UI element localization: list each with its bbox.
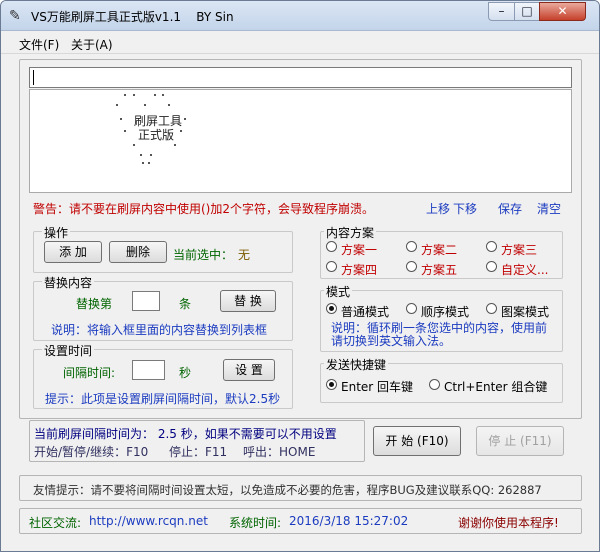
- minimize-icon: –: [498, 4, 505, 18]
- clear-link[interactable]: 清空: [537, 200, 561, 217]
- pattern-dot: [150, 154, 152, 156]
- plan-radio-3[interactable]: [486, 241, 497, 252]
- pattern-dot: [180, 130, 182, 132]
- minimize-button[interactable]: –: [488, 2, 515, 21]
- pattern-dot: [133, 144, 135, 146]
- title-bar[interactable]: ✎ VS万能刷屏工具正式版v1.1 BY Sin – □ ✕: [1, 1, 599, 31]
- replace-prefix-label: 替换第: [76, 297, 113, 311]
- current-selection-value: 无: [238, 248, 251, 262]
- pattern-text-line1: 刷屏工具: [134, 114, 183, 128]
- system-time-value: 2016/3/18 15:27:02: [289, 514, 409, 528]
- content-list[interactable]: 刷屏工具 正式版: [29, 89, 572, 193]
- status-hotkey-recall: 呼出：HOME: [243, 445, 316, 459]
- delete-button[interactable]: 删除: [109, 241, 167, 263]
- close-button[interactable]: ✕: [539, 2, 586, 21]
- mode-group-title: 模式: [324, 283, 353, 300]
- pattern-dot: [184, 118, 186, 120]
- plan-label-4: 方案四: [341, 263, 378, 277]
- start-button[interactable]: 开 始 (F10): [373, 426, 461, 456]
- pattern-dot: [142, 162, 144, 164]
- status-hotkey-start: 开始/暂停/继续：F10: [34, 445, 149, 459]
- replace-suffix-label: 条: [179, 297, 192, 311]
- set-interval-button[interactable]: 设 置: [223, 359, 275, 381]
- stop-button[interactable]: 停 止 (F11): [476, 426, 564, 456]
- move-up-link[interactable]: 上移: [426, 200, 450, 217]
- menu-file[interactable]: 文件(F): [19, 36, 59, 53]
- add-button[interactable]: 添 加: [44, 241, 102, 263]
- hotkey-label-enter: Enter 回车键: [341, 380, 414, 394]
- operation-group-title: 操作: [42, 224, 71, 241]
- pattern-dot: [120, 118, 122, 120]
- pattern-dot: [124, 130, 126, 132]
- content-input[interactable]: [29, 67, 572, 88]
- pattern-dot: [168, 104, 170, 106]
- move-down-link[interactable]: 下移: [453, 200, 477, 217]
- mode-label-sequence: 顺序模式: [421, 305, 470, 319]
- plan-radio-4[interactable]: [326, 261, 337, 272]
- maximize-button[interactable]: □: [514, 2, 540, 21]
- pattern-dot: [124, 94, 126, 96]
- menu-about[interactable]: 关于(A): [71, 36, 113, 53]
- mode-radio-normal[interactable]: [326, 303, 337, 314]
- status-hotkey-stop: 停止：F11: [169, 445, 228, 459]
- hotkey-label-ctrl-enter: Ctrl+Enter 组合键: [444, 380, 548, 394]
- pattern-dot: [154, 94, 156, 96]
- pattern-dot: [148, 162, 150, 164]
- pattern-dot: [140, 154, 142, 156]
- plan-label-2: 方案二: [421, 243, 458, 257]
- mode-radio-pattern[interactable]: [486, 303, 497, 314]
- close-icon: ✕: [557, 4, 568, 18]
- mode-label-normal: 普通模式: [341, 305, 390, 319]
- plan-label-1: 方案一: [341, 243, 378, 257]
- hotkey-group-title: 发送快捷键: [324, 356, 389, 373]
- text-caret: [33, 70, 34, 85]
- plan-radio-1[interactable]: [326, 241, 337, 252]
- menu-bar: 文件(F) 关于(A): [1, 32, 599, 54]
- interval-label: 间隔时间:: [63, 366, 116, 380]
- interval-input[interactable]: [132, 360, 165, 380]
- friendly-tip: 友情提示：请不要将间隔时间设置太短，以免造成不必要的危害，程序BUG及建议联系Q…: [33, 483, 542, 497]
- app-window: ✎ VS万能刷屏工具正式版v1.1 BY Sin – □ ✕ 文件(F) 关于(…: [0, 0, 600, 552]
- plan-label-6: 自定义...: [501, 263, 549, 277]
- pattern-dot: [162, 94, 164, 96]
- pattern-text-line2: 正式版: [138, 128, 175, 142]
- replace-group-title: 替换内容: [42, 274, 95, 291]
- interval-hint: 提示：此项是设置刷屏间隔时间，默认2.5秒: [45, 392, 281, 406]
- pattern-dot: [116, 104, 118, 106]
- mode-label-pattern: 图案模式: [501, 305, 550, 319]
- save-link[interactable]: 保存: [498, 200, 522, 217]
- current-selection-label: 当前选中：: [173, 248, 234, 262]
- mode-description: 说明：循环刷一条您选中的内容，使用前请切换到英文输入法。: [331, 321, 548, 348]
- thanks-text: 谢谢你使用本程序!: [458, 516, 559, 530]
- hotkey-radio-ctrl-enter[interactable]: [429, 379, 440, 390]
- interval-unit: 秒: [179, 366, 192, 380]
- maximize-icon: □: [521, 4, 533, 18]
- window-title: VS万能刷屏工具正式版v1.1 BY Sin: [31, 10, 234, 24]
- system-time-label: 系统时间:: [229, 516, 282, 530]
- replace-note: 说明：将输入框里面的内容替换到列表框: [51, 323, 268, 337]
- pattern-dot: [144, 104, 146, 106]
- community-label: 社区交流:: [29, 516, 82, 530]
- app-icon: ✎: [9, 8, 21, 24]
- plan-label-5: 方案五: [421, 263, 458, 277]
- community-link[interactable]: http://www.rcqn.net: [89, 514, 208, 528]
- pattern-dot: [174, 144, 176, 146]
- pattern-dot: [133, 94, 135, 96]
- interval-group-title: 设置时间: [42, 342, 95, 359]
- plan-label-3: 方案三: [501, 243, 538, 257]
- plan-radio-5[interactable]: [406, 261, 417, 272]
- plan-radio-6[interactable]: [486, 261, 497, 272]
- status-interval-text: 当前刷屏间隔时间为： 2.5 秒，如果不需要可以不用设置: [34, 427, 337, 441]
- replace-button[interactable]: 替 换: [220, 290, 276, 312]
- plan-radio-2[interactable]: [406, 241, 417, 252]
- mode-radio-sequence[interactable]: [406, 303, 417, 314]
- warning-text: 警告：请不要在刷屏内容中使用()加2个字符，会导致程序崩溃。: [33, 202, 375, 216]
- hotkey-radio-enter[interactable]: [326, 379, 337, 390]
- plan-group-title: 内容方案: [324, 224, 377, 241]
- replace-index-input[interactable]: [132, 291, 160, 311]
